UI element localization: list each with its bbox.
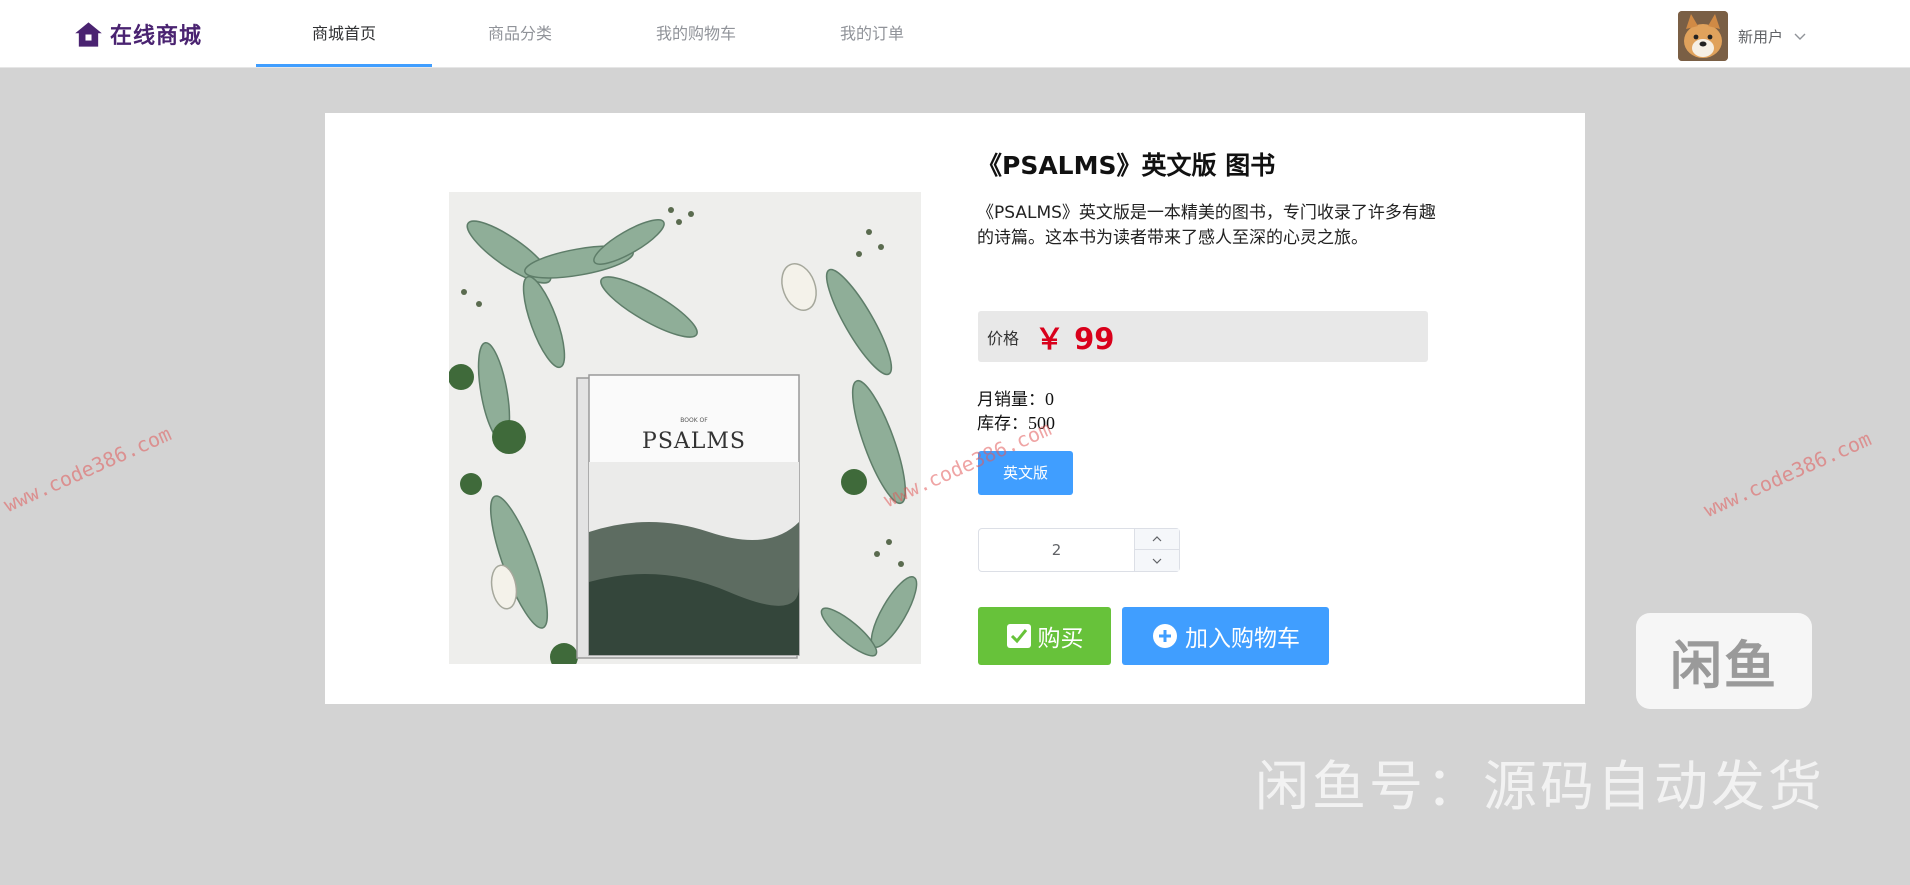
quantity-increase-button[interactable] — [1134, 529, 1179, 550]
monthly-sales-label: 月销量： — [977, 390, 1045, 410]
xianyu-watermark-text: 闲鱼号：源码自动发货 — [1255, 755, 1825, 818]
price-panel: 价格 ￥ 99 — [978, 311, 1428, 362]
buy-button-label: 购买 — [1037, 626, 1084, 652]
book-cover-small: BOOK OF — [680, 417, 708, 424]
price-label: 价格 — [987, 328, 1020, 348]
add-to-cart-label: 加入购物车 — [1185, 626, 1300, 652]
book-photo: BOOK OF PSALMS — [449, 192, 921, 664]
product-image: BOOK OF PSALMS — [449, 192, 921, 664]
main-nav: 商城首页 商品分类 我的购物车 我的订单 — [256, 0, 960, 67]
price-value: ￥ 99 — [1035, 321, 1115, 356]
xianyu-badge: 闲鱼 — [1636, 613, 1812, 709]
product-detail-card: BOOK OF PSALMS 《PSALMS》英文版 图书 《PSALMS》英文… — [325, 113, 1585, 704]
product-title: 《PSALMS》英文版 图书 — [977, 151, 1276, 180]
user-name: 新用户 — [1738, 27, 1784, 46]
book-cover-title: PSALMS — [642, 429, 746, 454]
product-description: 《PSALMS》英文版是一本精美的图书，专门收录了许多有趣的诗篇。这本书为读者带… — [977, 203, 1436, 248]
add-circle-icon — [1153, 624, 1177, 648]
monthly-sales-value: 0 — [1045, 389, 1054, 409]
site-logo[interactable]: 在线商城 — [74, 18, 202, 50]
chevron-down-icon — [1152, 558, 1162, 564]
nav-categories[interactable]: 商品分类 — [432, 0, 608, 67]
url-watermark: www.code386.com — [0, 421, 175, 517]
top-navbar: 在线商城 商城首页 商品分类 我的购物车 我的订单 新用户 — [0, 0, 1910, 68]
monthly-sales: 月销量：0 — [977, 385, 1054, 410]
checkbox-icon — [1006, 624, 1031, 648]
nav-home[interactable]: 商城首页 — [256, 0, 432, 67]
logo-text: 在线商城 — [110, 24, 203, 49]
url-watermark: www.code386.com — [1700, 426, 1875, 522]
chevron-down-icon — [1794, 33, 1806, 40]
buy-button[interactable]: 购买 — [978, 607, 1111, 665]
chevron-up-icon — [1152, 536, 1162, 542]
avatar[interactable] — [1678, 11, 1728, 61]
quantity-decrease-button[interactable] — [1134, 550, 1179, 571]
nav-orders[interactable]: 我的订单 — [784, 0, 960, 67]
quantity-stepper[interactable]: 2 — [978, 528, 1180, 572]
quantity-input[interactable]: 2 — [979, 529, 1134, 571]
nav-cart[interactable]: 我的购物车 — [608, 0, 784, 67]
user-menu[interactable]: 新用户 — [1678, 11, 1807, 61]
dog-avatar-image — [1678, 11, 1728, 61]
add-to-cart-button[interactable]: 加入购物车 — [1122, 607, 1329, 665]
home-icon — [75, 21, 102, 47]
